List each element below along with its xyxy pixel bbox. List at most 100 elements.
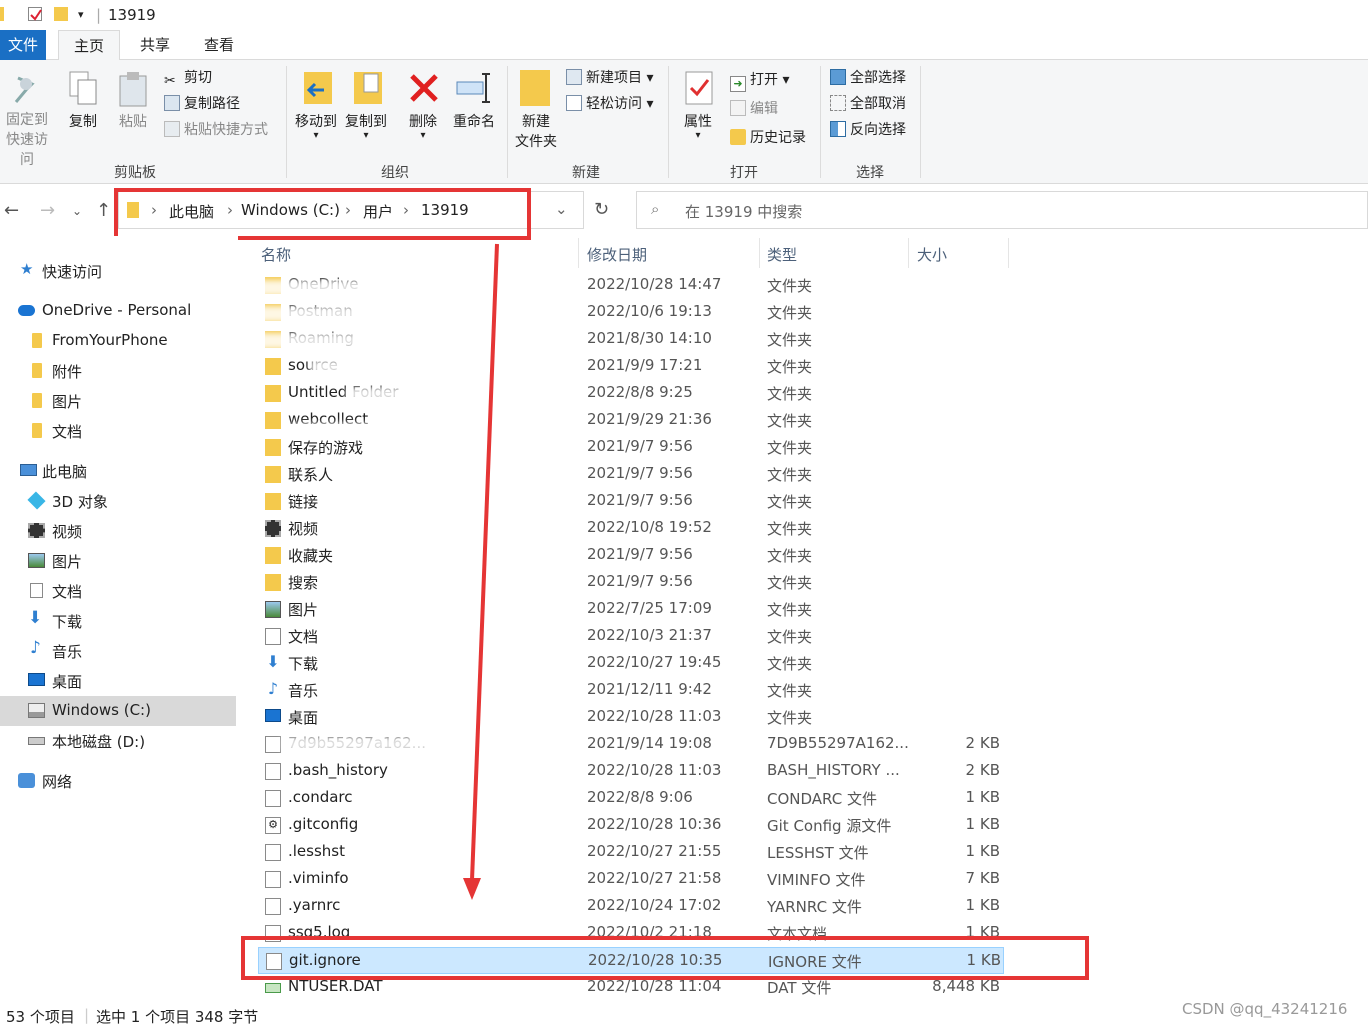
file-row[interactable]: Postman2022/10/6 19:13文件夹 xyxy=(258,299,1004,326)
file-row[interactable]: 收藏夹 2021/9/7 9:56 文件夹 xyxy=(258,542,1004,569)
cut-button[interactable]: ✂ 剪切 xyxy=(164,67,212,89)
column-header-type[interactable]: 类型 xyxy=(767,244,797,265)
sidebar-item-windows-c[interactable]: Windows (C:) xyxy=(0,696,236,726)
file-date: 2022/10/24 17:02 xyxy=(587,896,722,914)
privacy-blur xyxy=(290,423,380,437)
back-arrow-icon[interactable]: ← xyxy=(4,200,19,221)
file-name: .bash_history xyxy=(288,761,388,779)
sidebar-item-local-disk-d[interactable]: 本地磁盘 (D:) xyxy=(0,726,236,756)
customize-quick-access-icon[interactable]: ▾ xyxy=(78,8,84,21)
select-all-label: 全部选择 xyxy=(850,70,906,86)
file-row[interactable]: ♪ 音乐 2021/12/11 9:42 文件夹 xyxy=(258,677,1004,704)
file-row[interactable]: 搜索 2021/9/7 9:56 文件夹 xyxy=(258,569,1004,596)
sidebar-item-label: FromYourPhone xyxy=(52,331,168,349)
file-row[interactable]: Roaming2021/8/30 14:10文件夹 xyxy=(258,326,1004,353)
properties-icon xyxy=(684,70,714,106)
new-folder-button[interactable]: 新建 文件夹 xyxy=(510,112,562,152)
sidebar-item-label: 桌面 xyxy=(52,673,83,691)
open-button[interactable]: ➜ 打开 ▾ xyxy=(730,69,789,92)
sidebar-item-3d-objects[interactable]: 3D 对象 xyxy=(0,486,236,516)
sidebar-item-onedrive-documents[interactable]: 文档 xyxy=(0,416,236,446)
file-row[interactable]: ⬇ 下载 2022/10/27 19:45 文件夹 xyxy=(258,650,1004,677)
sidebar-item-downloads[interactable]: ⬇ 下载 xyxy=(0,606,236,636)
file-date: 2021/9/7 9:56 xyxy=(587,545,693,563)
file-row[interactable]: 保存的游戏 2021/9/7 9:56 文件夹 xyxy=(258,434,1004,461)
copy-to-label: 复制到 xyxy=(345,114,387,130)
rename-button[interactable]: 重命名 xyxy=(448,112,500,132)
column-separator[interactable] xyxy=(908,238,909,268)
file-row[interactable]: 图片 2022/7/25 17:09 文件夹 xyxy=(258,596,1004,623)
sidebar-item-network[interactable]: 网络 xyxy=(0,766,236,796)
address-dropdown-icon[interactable]: ⌄ xyxy=(555,200,568,218)
easy-access-button[interactable]: 轻松访问 ▾ xyxy=(566,93,653,115)
column-separator[interactable] xyxy=(759,238,760,268)
tab-home[interactable]: 主页 xyxy=(58,30,120,61)
tab-share[interactable]: 共享 xyxy=(126,30,184,60)
refresh-icon[interactable]: ↻ xyxy=(594,199,609,220)
music-icon: ♪ xyxy=(30,638,41,658)
search-box[interactable]: ⌕ 在 13919 中搜索 xyxy=(636,191,1368,229)
file-row[interactable]: ⚙ .gitconfig 2022/10/28 10:36 Git Config 源文… xyxy=(258,812,1004,839)
up-arrow-icon[interactable]: ↑ xyxy=(96,200,111,221)
sidebar-item-this-pc[interactable]: 此电脑 xyxy=(0,456,236,486)
sidebar-item-documents[interactable]: 文档 xyxy=(0,576,236,606)
properties-check-icon[interactable] xyxy=(28,7,42,21)
file-row[interactable]: 文档 2022/10/3 21:37 文件夹 xyxy=(258,623,1004,650)
copy-to-button[interactable]: 复制到 ▾ xyxy=(342,112,390,141)
file-date: 2022/7/25 17:09 xyxy=(587,599,712,617)
copy-path-button[interactable]: 复制路径 xyxy=(164,93,240,115)
folder-icon xyxy=(265,412,281,429)
file-row[interactable]: .lesshst 2022/10/27 21:55 LESSHST 文件 1 KB xyxy=(258,839,1004,866)
select-none-button[interactable]: 全部取消 xyxy=(830,93,906,115)
file-row[interactable]: 桌面 2022/10/28 11:03 文件夹 xyxy=(258,704,1004,731)
delete-button[interactable]: 删除 ▾ xyxy=(402,112,444,141)
new-item-button[interactable]: 新建项目 ▾ xyxy=(566,67,653,89)
paste-button[interactable]: 粘贴 xyxy=(112,112,154,132)
paste-icon xyxy=(118,70,148,108)
desktop-icon xyxy=(28,673,45,686)
file-row[interactable]: .viminfo 2022/10/27 21:58 VIMINFO 文件 7 KB xyxy=(258,866,1004,893)
file-row[interactable]: .yarnrc 2022/10/24 17:02 YARNRC 文件 1 KB xyxy=(258,893,1004,920)
file-date: 2021/9/7 9:56 xyxy=(587,491,693,509)
title-bar: ▾ | 13919 xyxy=(0,0,1368,30)
sidebar-item-attachments[interactable]: 附件 xyxy=(0,356,236,386)
file-row[interactable]: 链接 2021/9/7 9:56 文件夹 xyxy=(258,488,1004,515)
file-type: YARNRC 文件 xyxy=(767,898,862,916)
sidebar-item-fromyourphone[interactable]: FromYourPhone xyxy=(0,326,236,356)
column-separator[interactable] xyxy=(578,238,579,268)
file-row[interactable]: .condarc 2022/8/8 9:06 CONDARC 文件 1 KB xyxy=(258,785,1004,812)
column-header-date[interactable]: 修改日期 xyxy=(587,244,647,265)
sidebar-item-onedrive-pictures[interactable]: 图片 xyxy=(0,386,236,416)
file-row[interactable]: OneDrive2022/10/28 14:47文件夹 xyxy=(258,272,1004,299)
file-row[interactable]: 视频 2022/10/8 19:52 文件夹 xyxy=(258,515,1004,542)
file-type: DAT 文件 xyxy=(767,979,832,997)
recent-locations-chevron-icon[interactable]: ⌄ xyxy=(72,204,82,218)
invert-selection-button[interactable]: 反向选择 xyxy=(830,119,906,141)
sidebar-item-pictures[interactable]: 图片 xyxy=(0,546,236,576)
pin-quick-access-button[interactable]: 固定到 快速访问 xyxy=(0,110,54,170)
sidebar-item-desktop[interactable]: 桌面 xyxy=(0,666,236,696)
edit-button[interactable]: 编辑 xyxy=(730,98,778,120)
doc-icon xyxy=(265,898,281,915)
move-to-button[interactable]: 移动到 ▾ xyxy=(292,112,340,141)
sidebar-item-music[interactable]: ♪ 音乐 xyxy=(0,636,236,666)
properties-button[interactable]: 属性 ▾ xyxy=(676,112,720,141)
column-header-size[interactable]: 大小 xyxy=(917,244,947,265)
forward-arrow-icon[interactable]: → xyxy=(40,200,55,221)
tab-view[interactable]: 查看 xyxy=(190,30,248,60)
new-folder-quick-icon[interactable] xyxy=(54,7,68,21)
select-all-button[interactable]: 全部选择 xyxy=(830,67,906,89)
pin-label-2: 快速访问 xyxy=(6,132,48,168)
pin-label: 固定到 xyxy=(6,112,48,128)
tab-file[interactable]: 文件 xyxy=(0,30,46,60)
file-row[interactable]: .bash_history 2022/10/28 11:03 BASH_HISTOR… xyxy=(258,758,1004,785)
sidebar-item-quick-access[interactable]: ★ 快速访问 xyxy=(0,256,236,286)
column-header-name[interactable]: 名称 xyxy=(261,244,291,265)
sidebar-item-onedrive[interactable]: OneDrive - Personal xyxy=(0,296,236,326)
history-button[interactable]: 历史记录 xyxy=(730,127,806,149)
paste-shortcut-button[interactable]: 粘贴快捷方式 xyxy=(164,119,268,141)
sidebar-item-videos[interactable]: 视频 xyxy=(0,516,236,546)
copy-button[interactable]: 复制 xyxy=(62,112,104,132)
file-row[interactable]: 联系人 2021/9/7 9:56 文件夹 xyxy=(258,461,1004,488)
column-separator[interactable] xyxy=(1008,238,1009,268)
